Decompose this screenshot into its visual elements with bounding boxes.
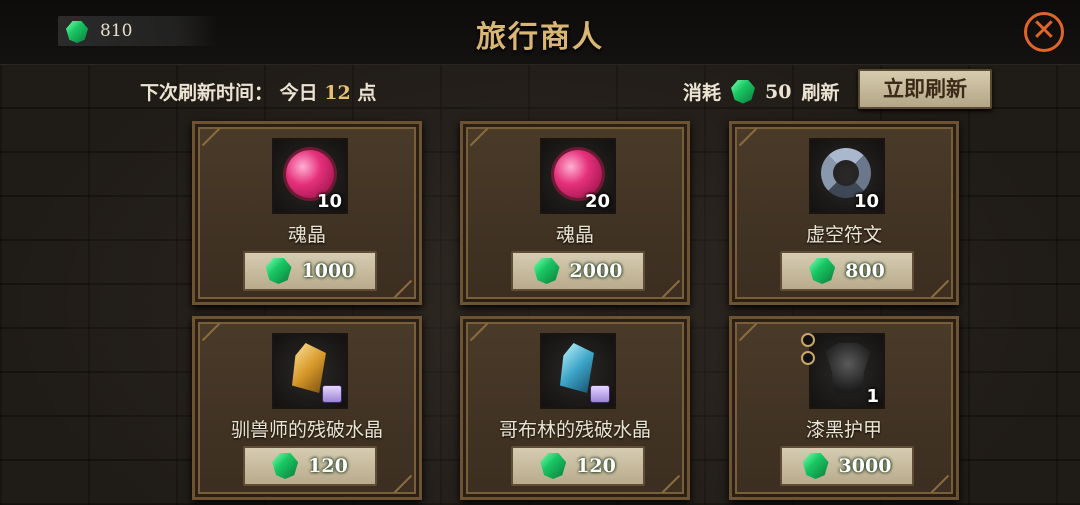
emerald-gem-icon bbox=[809, 258, 836, 284]
pitch-black-armor-icon bbox=[825, 343, 871, 395]
item-price: 2000 bbox=[569, 260, 623, 282]
item-quantity: 10 bbox=[853, 191, 879, 212]
socket-links-icon bbox=[801, 333, 815, 365]
emerald-gem-icon bbox=[272, 453, 299, 479]
shop-item-card[interactable]: 10 魂晶 1000 bbox=[192, 121, 422, 305]
buy-price-button[interactable]: 1000 bbox=[243, 251, 377, 291]
beastmaster-broken-crystal-icon bbox=[292, 343, 326, 393]
shop-item-card[interactable]: 驯兽师的残破水晶 120 bbox=[192, 316, 422, 500]
item-icon-box: 10 bbox=[272, 138, 348, 214]
top-bar: 810 旅行商人 ✕ bbox=[0, 0, 1080, 65]
page-title: 旅行商人 bbox=[476, 20, 604, 55]
item-name: 哥布林的残破水晶 bbox=[498, 419, 651, 441]
next-refresh-unit: 点 bbox=[357, 82, 377, 104]
emerald-gem-icon bbox=[802, 453, 829, 479]
item-price: 800 bbox=[845, 260, 885, 282]
item-icon-box: 20 bbox=[540, 138, 616, 214]
item-name: 漆黑护甲 bbox=[805, 419, 882, 441]
next-refresh-time: 下次刷新时间： 今日 12 点 bbox=[140, 78, 376, 105]
fragment-badge-icon bbox=[590, 385, 610, 403]
item-icon-box bbox=[272, 333, 348, 409]
item-name: 魂晶 bbox=[287, 224, 326, 246]
shop-item-card[interactable]: 20 魂晶 2000 bbox=[460, 121, 690, 305]
buy-price-button[interactable]: 120 bbox=[511, 446, 645, 486]
item-price: 3000 bbox=[838, 455, 892, 477]
refresh-now-button[interactable]: 立即刷新 bbox=[858, 69, 992, 109]
emerald-gem-icon bbox=[731, 79, 756, 104]
emerald-gem-icon bbox=[265, 258, 292, 284]
item-quantity: 20 bbox=[584, 191, 610, 212]
emerald-gem-icon bbox=[533, 258, 560, 284]
item-icon-box: 10 bbox=[809, 138, 885, 214]
item-quantity: 1 bbox=[866, 386, 879, 407]
goblin-broken-crystal-icon bbox=[560, 343, 594, 393]
item-price: 1000 bbox=[301, 260, 355, 282]
shop-item-card[interactable]: 1 漆黑护甲 3000 bbox=[729, 316, 959, 500]
close-icon: ✕ bbox=[1031, 13, 1057, 48]
close-button[interactable]: ✕ bbox=[1024, 12, 1064, 52]
item-price: 120 bbox=[308, 455, 348, 477]
refresh-cost: 消耗 50 刷新 bbox=[683, 78, 839, 105]
refresh-cost-amount: 50 bbox=[765, 80, 792, 103]
fragment-badge-icon bbox=[322, 385, 342, 403]
item-price: 120 bbox=[576, 455, 616, 477]
emerald-gem-icon bbox=[540, 453, 567, 479]
item-name: 虚空符文 bbox=[805, 224, 882, 246]
item-icon-box: 1 bbox=[801, 333, 885, 409]
next-refresh-hour: 12 bbox=[324, 82, 351, 104]
shop-item-card[interactable]: 哥布林的残破水晶 120 bbox=[460, 316, 690, 500]
item-icon-box bbox=[540, 333, 616, 409]
item-name: 驯兽师的残破水晶 bbox=[230, 419, 383, 441]
refresh-cost-suffix: 刷新 bbox=[801, 82, 840, 104]
next-refresh-label: 下次刷新时间： bbox=[140, 82, 274, 104]
item-quantity: 10 bbox=[316, 191, 342, 212]
item-name: 魂晶 bbox=[555, 224, 594, 246]
next-refresh-day: 今日 bbox=[279, 82, 318, 104]
refresh-cost-label: 消耗 bbox=[683, 82, 722, 104]
shop-item-card[interactable]: 10 虚空符文 800 bbox=[729, 121, 959, 305]
buy-price-button[interactable]: 2000 bbox=[511, 251, 645, 291]
buy-price-button[interactable]: 120 bbox=[243, 446, 377, 486]
buy-price-button[interactable]: 800 bbox=[780, 251, 914, 291]
buy-price-button[interactable]: 3000 bbox=[780, 446, 914, 486]
merchant-screen: 810 旅行商人 ✕ 下次刷新时间： 今日 12 点 消耗 50 刷新 立即刷新… bbox=[0, 0, 1080, 505]
